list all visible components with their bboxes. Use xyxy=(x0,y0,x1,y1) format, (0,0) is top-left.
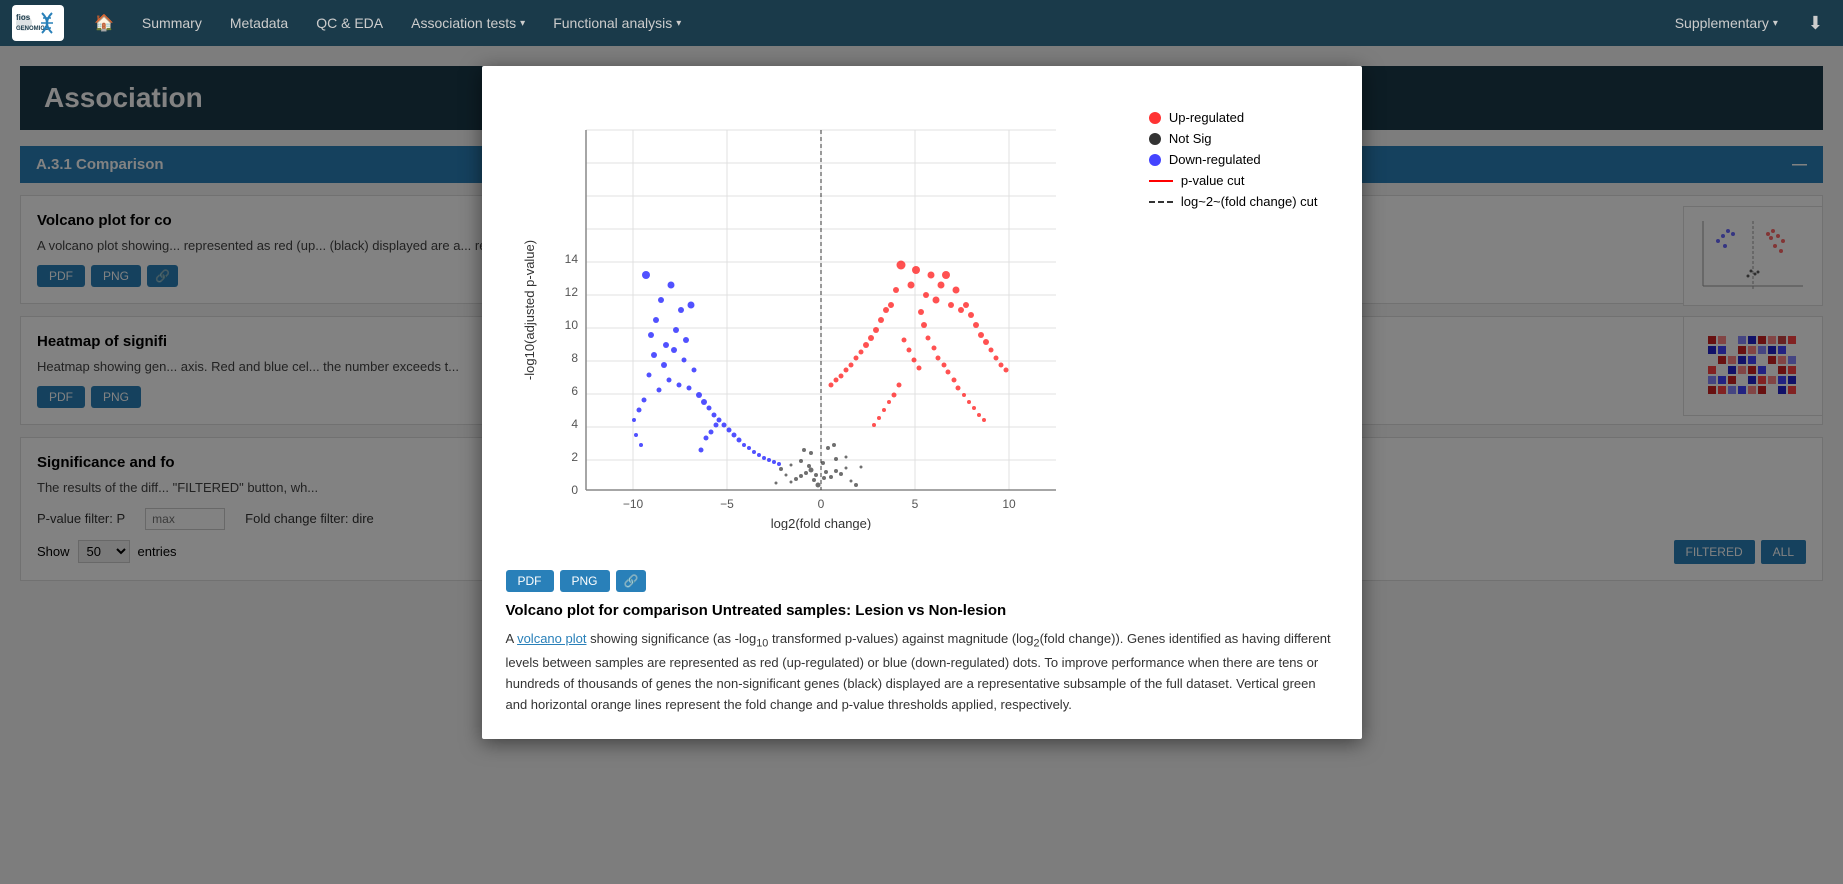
legend-pvalue-cut: p-value cut xyxy=(1149,173,1318,188)
svg-text:log2(fold change): log2(fold change) xyxy=(770,516,870,530)
modal-png-button[interactable]: PNG xyxy=(560,570,610,592)
supplementary-dropdown-arrow: ▾ xyxy=(1773,18,1778,29)
home-nav-item[interactable]: 🏠 xyxy=(80,0,128,46)
svg-text:2: 2 xyxy=(571,450,578,464)
pvalue-cut-line xyxy=(1149,180,1173,182)
legend-notsig: Not Sig xyxy=(1149,131,1318,146)
svg-text:−5: −5 xyxy=(720,497,734,511)
navbar: fios GENOMICS 🏠 Summary Metadata QC & ED… xyxy=(0,0,1843,46)
page-content: Association A.3.1 Comparison — Volcano p… xyxy=(0,46,1843,884)
svg-text:4: 4 xyxy=(571,417,578,431)
brand-logo[interactable]: fios GENOMICS xyxy=(12,5,64,41)
svg-text:12: 12 xyxy=(564,285,578,299)
modal-footer-buttons: PDF PNG 🔗 xyxy=(506,570,1338,592)
pvalue-cut-label: p-value cut xyxy=(1181,173,1245,188)
legend-foldchange-cut: log~2~(fold change) cut xyxy=(1149,194,1318,209)
svg-text:−10: −10 xyxy=(622,497,643,511)
fios-logo: fios GENOMICS xyxy=(12,5,64,41)
legend-downregulated: Down-regulated xyxy=(1149,152,1318,167)
svg-text:8: 8 xyxy=(571,351,578,365)
svg-text:-log10(adjusted p-value): -log10(adjusted p-value) xyxy=(522,240,537,380)
modal-dialog: 0 2 4 6 8 10 12 14 −10 −5 0 5 10 log2(fo… xyxy=(482,66,1362,739)
upregulated-dot xyxy=(1149,112,1161,124)
association-tests-dropdown-arrow: ▾ xyxy=(520,18,525,29)
foldchange-cut-line xyxy=(1149,201,1173,203)
nav-metadata[interactable]: Metadata xyxy=(216,0,302,46)
nav-functional-analysis[interactable]: Functional analysis ▾ xyxy=(539,0,695,46)
nav-association-tests[interactable]: Association tests ▾ xyxy=(397,0,539,46)
legend-upregulated: Up-regulated xyxy=(1149,110,1318,125)
downregulated-label: Down-regulated xyxy=(1169,152,1261,167)
svg-text:fios: fios xyxy=(16,13,31,22)
volcano-chart: 0 2 4 6 8 10 12 14 −10 −5 0 5 10 log2(fo… xyxy=(506,90,1106,530)
svg-text:5: 5 xyxy=(911,497,918,511)
upregulated-label: Up-regulated xyxy=(1169,110,1244,125)
download-button[interactable]: ⬇ xyxy=(1800,13,1831,34)
svg-text:0: 0 xyxy=(571,483,578,497)
modal-description: A volcano plot showing significance (as … xyxy=(506,629,1338,715)
modal-title: Volcano plot for comparison Untreated sa… xyxy=(506,602,1338,619)
modal-pdf-button[interactable]: PDF xyxy=(506,570,554,592)
modal-link-button[interactable]: 🔗 xyxy=(616,570,647,592)
modal-overlay[interactable]: 0 2 4 6 8 10 12 14 −10 −5 0 5 10 log2(fo… xyxy=(0,46,1843,884)
downregulated-dot xyxy=(1149,154,1161,166)
svg-text:6: 6 xyxy=(571,384,578,398)
chart-legend: Up-regulated Not Sig Down-regulated p-va… xyxy=(1149,110,1318,215)
nav-qc-eda[interactable]: QC & EDA xyxy=(302,0,397,46)
notsig-dot xyxy=(1149,133,1161,145)
volcano-plot-link[interactable]: volcano plot xyxy=(517,631,586,646)
foldchange-cut-label: log~2~(fold change) cut xyxy=(1181,194,1318,209)
svg-text:10: 10 xyxy=(1002,497,1016,511)
nav-right: Supplementary ▾ ⬇ xyxy=(1661,0,1831,46)
nav-items: Summary Metadata QC & EDA Association te… xyxy=(128,0,1661,46)
notsig-label: Not Sig xyxy=(1169,131,1212,146)
functional-analysis-dropdown-arrow: ▾ xyxy=(676,18,681,29)
svg-text:14: 14 xyxy=(564,252,578,266)
svg-text:0: 0 xyxy=(817,497,824,511)
nav-supplementary[interactable]: Supplementary ▾ xyxy=(1661,0,1792,46)
svg-text:10: 10 xyxy=(564,318,578,332)
nav-summary[interactable]: Summary xyxy=(128,0,216,46)
chart-container: 0 2 4 6 8 10 12 14 −10 −5 0 5 10 log2(fo… xyxy=(506,90,1338,550)
